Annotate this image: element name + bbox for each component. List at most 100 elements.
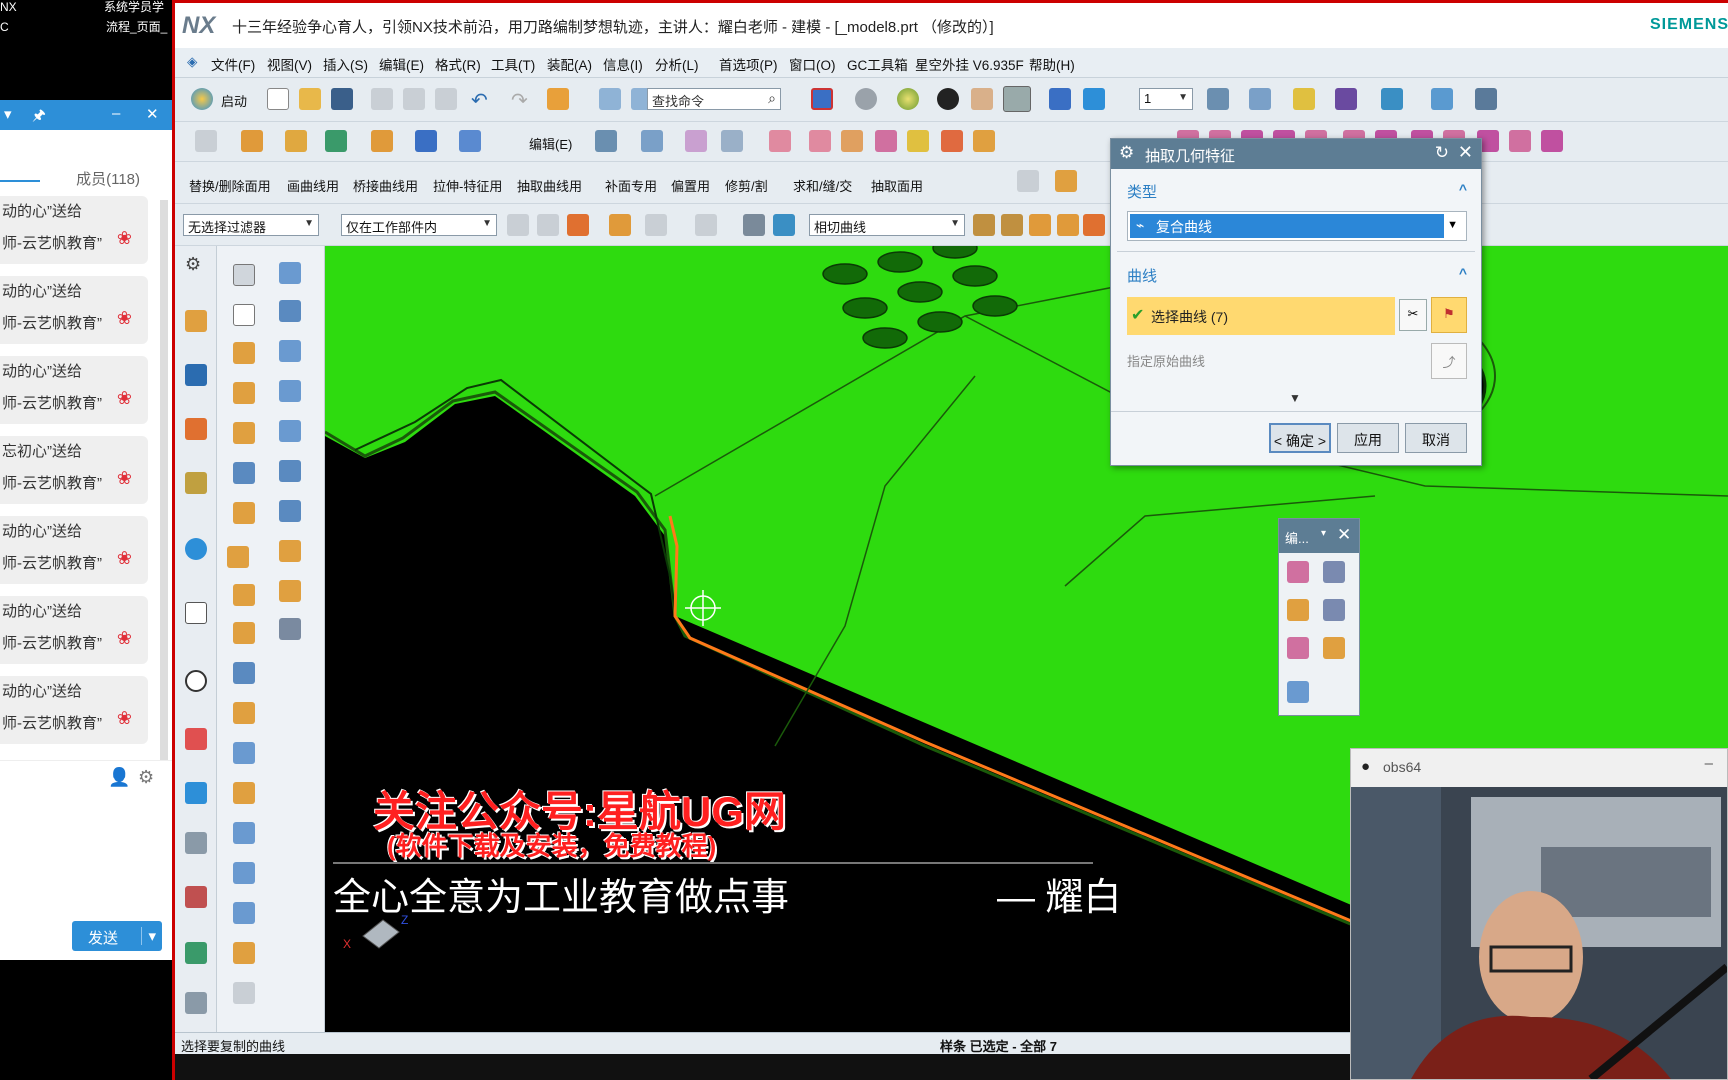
filter-icon-7[interactable] <box>773 214 795 236</box>
surface-tool-icon-3[interactable] <box>279 340 301 362</box>
cancel-button[interactable]: 取消 <box>1405 423 1467 453</box>
pin-icon[interactable]: 🖈 <box>32 105 46 130</box>
surface-tool-icon-7[interactable] <box>279 500 301 522</box>
surface-tool-icon-6[interactable] <box>279 460 301 482</box>
command-search-input[interactable]: 查找命令 ⌕ <box>647 88 781 110</box>
solid-tool-icon-2[interactable] <box>233 382 255 404</box>
feature-icon[interactable] <box>547 88 569 110</box>
new-file-icon[interactable] <box>267 88 289 110</box>
select-curve-row[interactable]: ✔ 选择曲线 (7) <box>1127 297 1395 335</box>
surface-tool-icon-2[interactable] <box>279 300 301 322</box>
chevron-down-icon[interactable]: ▾ <box>1321 528 1326 539</box>
cut-icon[interactable] <box>371 88 393 110</box>
point-icon[interactable] <box>325 130 347 152</box>
menu-view[interactable]: 视图(V) <box>267 54 312 74</box>
snap-icon[interactable] <box>1017 170 1039 192</box>
settings-icon[interactable]: ⚙ <box>185 254 207 276</box>
fit-view-icon[interactable] <box>811 88 833 110</box>
distance-icon[interactable] <box>1475 88 1497 110</box>
menu-help[interactable]: 帮助(H) <box>1029 54 1075 74</box>
document-icon[interactable] <box>185 992 207 1014</box>
sketch-tool-icon[interactable] <box>233 264 255 286</box>
filter-icon-1[interactable] <box>507 214 529 236</box>
surface-icon[interactable] <box>641 130 663 152</box>
solid-tool-icon-3[interactable] <box>233 422 255 444</box>
history-icon[interactable] <box>185 670 207 692</box>
copy-icon[interactable] <box>403 88 425 110</box>
filter-icon-3[interactable] <box>567 214 589 236</box>
edit-surface-icon-4[interactable] <box>1323 599 1345 621</box>
view-orient-icon[interactable] <box>1049 88 1071 110</box>
render-style-icon[interactable] <box>855 88 877 110</box>
datum-icon[interactable] <box>285 130 307 152</box>
mesh-icon[interactable] <box>721 130 743 152</box>
menu-offset[interactable]: 偏置用 <box>671 176 710 195</box>
assembly-icon[interactable] <box>1249 88 1271 110</box>
members-count[interactable]: 成员(118) <box>76 168 140 189</box>
menu-tools[interactable]: 工具(T) <box>491 54 535 74</box>
minimize-icon[interactable]: – <box>1705 755 1713 772</box>
scope-select[interactable]: 仅在工作部件内 ▼ <box>341 214 497 236</box>
angle-icon[interactable] <box>1431 88 1453 110</box>
gear-icon[interactable]: ⚙ <box>138 767 154 788</box>
layer-icon[interactable] <box>971 88 993 110</box>
cylinder-icon[interactable] <box>907 130 929 152</box>
robot-icon[interactable] <box>185 832 207 854</box>
menu-file[interactable]: 文件(F) <box>211 54 255 74</box>
menu-extract-curve[interactable]: 抽取曲线用 <box>517 176 582 195</box>
save-icon[interactable] <box>331 88 353 110</box>
solid-tool-icon-10[interactable] <box>233 702 255 724</box>
curve-rule-select[interactable]: 相切曲线 ▼ <box>809 214 965 236</box>
solid-tool-icon-12[interactable] <box>233 782 255 804</box>
analysis-icon[interactable] <box>1335 88 1357 110</box>
snap-point-icon-1[interactable] <box>973 214 995 236</box>
ruler-icon[interactable] <box>1381 88 1403 110</box>
solid-tool-icon-5[interactable] <box>233 502 255 524</box>
filter-icon-4[interactable] <box>609 214 631 236</box>
menu-edit[interactable]: 编辑(E) <box>379 54 424 74</box>
pattern-icon[interactable] <box>685 130 707 152</box>
search-icon[interactable]: ⌕ <box>768 90 776 107</box>
sphere-icon[interactable] <box>897 88 919 110</box>
menu-plugin[interactable]: 星空外挂 V6.935F <box>915 54 1024 74</box>
solid-icon[interactable] <box>459 130 481 152</box>
color-palette-icon[interactable] <box>185 728 207 750</box>
menu-assembly[interactable]: 装配(A) <box>547 54 592 74</box>
shape-icon-16[interactable] <box>1509 130 1531 152</box>
menu-info[interactable]: 信息(I) <box>603 54 643 74</box>
select-box-icon[interactable] <box>695 214 717 236</box>
surface-tool-icon-5[interactable] <box>279 420 301 442</box>
menu-trim-split[interactable]: 修剪/割 <box>725 176 768 195</box>
reset-icon[interactable]: ↻ <box>1435 143 1449 163</box>
type-filter-select[interactable]: 无选择过滤器 ▼ <box>183 214 319 236</box>
cone-icon[interactable] <box>941 130 963 152</box>
filter-icon-2[interactable] <box>537 214 559 236</box>
close-icon[interactable]: ✕ <box>1337 525 1351 545</box>
edit-dropdown[interactable]: 编辑(E) <box>529 134 572 153</box>
menu-draw-curve[interactable]: 画曲线用 <box>287 176 339 195</box>
app-menu-icon[interactable]: ◈ <box>187 54 197 70</box>
menu-gc-toolkit[interactable]: GC工具箱 <box>847 54 908 74</box>
snap-point-icon-2[interactable] <box>1001 214 1023 236</box>
menu-extrude-feature[interactable]: 拉伸-特征用 <box>433 176 502 195</box>
chevron-up-icon[interactable]: ^ <box>1459 265 1467 281</box>
solid-tool-icon-16[interactable] <box>233 942 255 964</box>
menu-window[interactable]: 窗口(O) <box>789 54 836 74</box>
original-curve-icon[interactable]: ⤴ <box>1431 343 1467 379</box>
web-browser-icon[interactable] <box>185 602 207 624</box>
reuse-library-icon[interactable] <box>185 472 207 494</box>
constraint-navigator-icon[interactable] <box>185 418 207 440</box>
shape-icon-17[interactable] <box>1541 130 1563 152</box>
snap-point-icon-5[interactable] <box>1083 214 1105 236</box>
solid-tool-icon-15[interactable] <box>233 902 255 924</box>
ok-button[interactable]: < 确定 > <box>1269 423 1331 453</box>
book-icon[interactable] <box>185 886 207 908</box>
snap-point-icon-4[interactable] <box>1057 214 1079 236</box>
assembly-navigator-icon[interactable] <box>185 364 207 386</box>
info-icon[interactable] <box>185 538 207 560</box>
menu-replace-delete-face[interactable]: 替换/删除面用 <box>189 176 271 195</box>
rectangle-tool-icon[interactable] <box>233 304 255 326</box>
surface-tool-icon-9[interactable] <box>279 580 301 602</box>
cone-tool-icon[interactable] <box>1055 170 1077 192</box>
solid-tool-icon-4[interactable] <box>233 462 255 484</box>
